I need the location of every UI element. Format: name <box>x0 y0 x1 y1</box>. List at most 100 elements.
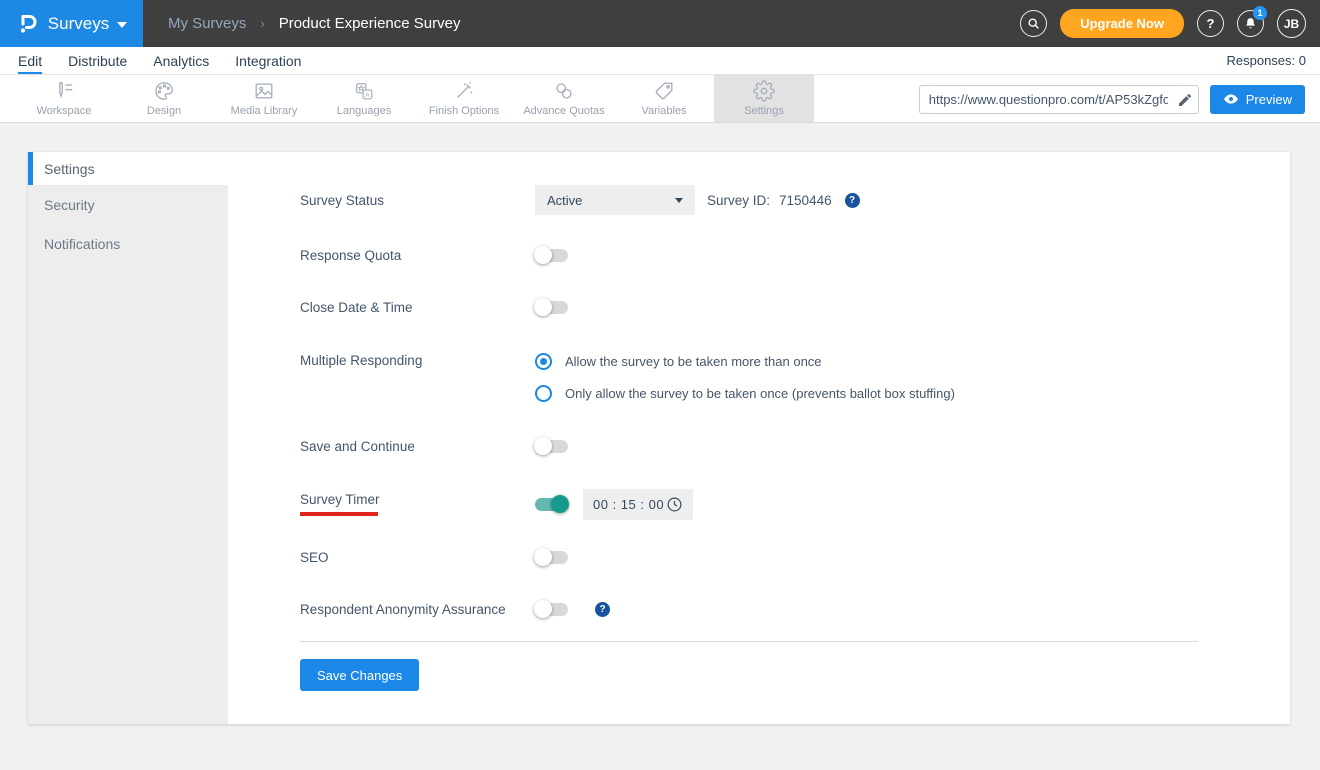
chevron-down-icon <box>675 197 683 203</box>
seo-toggle[interactable] <box>534 548 568 566</box>
media-library-icon <box>255 83 273 99</box>
survey-id-value: 7150446 <box>779 192 832 208</box>
toolbar-label: Settings <box>744 105 784 117</box>
product-name: Surveys <box>47 13 110 33</box>
sidebar-gray-panel: Security Notifications <box>28 185 228 724</box>
toggle-knob <box>534 246 552 264</box>
survey-timer-label: Survey Timer <box>300 492 380 507</box>
chevron-down-icon <box>117 21 128 28</box>
row-close-date-time: Close Date & Time <box>300 297 1290 317</box>
workspace-icon <box>59 82 73 98</box>
help-button[interactable]: ? <box>1197 10 1224 37</box>
toggle-knob <box>534 600 552 618</box>
tab-integration[interactable]: Integration <box>235 47 301 74</box>
toolbar-item-workspace[interactable]: Workspace <box>14 75 114 122</box>
toolbar-item-finish-options[interactable]: Finish Options <box>414 75 514 122</box>
row-multiple-responding: Multiple Responding Allow the survey to … <box>300 349 1290 405</box>
close-date-time-label: Close Date & Time <box>300 299 413 315</box>
save-and-continue-toggle[interactable] <box>534 437 568 455</box>
settings-sidebar: Settings Security Notifications <box>28 152 228 724</box>
notification-badge: 1 <box>1253 6 1267 20</box>
eye-icon <box>1223 94 1238 104</box>
close-date-time-toggle[interactable] <box>534 298 568 316</box>
bell-icon <box>1246 18 1255 29</box>
save-changes-button[interactable]: Save Changes <box>300 659 420 691</box>
breadcrumb-separator: › <box>260 16 265 31</box>
respondent-anonymity-label: Respondent Anonymity Assurance <box>300 601 506 617</box>
settings-form: Survey Status Active Survey ID: 7150446 … <box>228 152 1290 724</box>
product-switcher[interactable]: Surveys <box>0 0 143 47</box>
toggle-knob <box>534 298 552 316</box>
survey-status-select[interactable]: Active <box>535 185 695 215</box>
settings-card: Settings Security Notifications Survey S… <box>28 152 1290 724</box>
breadcrumb: My Surveys › Product Experience Survey <box>168 15 460 32</box>
toolbar-label: Finish Options <box>428 105 500 117</box>
toggle-knob <box>534 437 552 455</box>
tab-analytics[interactable]: Analytics <box>153 47 209 74</box>
tab-edit[interactable]: Edit <box>18 47 43 74</box>
row-save-and-continue: Save and Continue <box>300 436 1290 456</box>
survey-nav-tabs: Edit Distribute Analytics Integration <box>18 47 301 74</box>
toolbar-label: Media Library <box>230 105 298 117</box>
radio-selected-icon[interactable] <box>535 352 552 370</box>
toolbar-item-design[interactable]: Design <box>114 75 214 122</box>
toolbar-item-languages[interactable]: A Languages <box>314 75 414 122</box>
form-divider <box>300 641 1198 642</box>
toolbar-item-advance-quotas[interactable]: Advance Quotas <box>514 75 614 122</box>
radio-option-only-once[interactable]: Only allow the survey to be taken once (… <box>535 381 955 405</box>
toolbar-item-media-library[interactable]: Media Library <box>214 75 314 122</box>
variables-icon <box>655 82 673 100</box>
edit-url-pencil-icon[interactable] <box>1177 92 1193 108</box>
survey-timer-toggle[interactable] <box>535 495 569 513</box>
svg-text:A: A <box>365 92 370 99</box>
toolbar-item-variables[interactable]: Variables <box>614 75 714 122</box>
save-and-continue-label: Save and Continue <box>300 438 415 454</box>
toolbar-label: Advance Quotas <box>523 105 605 117</box>
row-respondent-anonymity: Respondent Anonymity Assurance ? <box>300 599 1290 619</box>
design-icon <box>155 82 173 100</box>
survey-status-label: Survey Status <box>300 192 385 208</box>
response-quota-toggle[interactable] <box>534 246 568 264</box>
row-seo: SEO <box>300 547 1290 567</box>
tab-distribute[interactable]: Distribute <box>68 47 127 74</box>
respondent-anonymity-toggle[interactable] <box>534 600 568 618</box>
upgrade-now-button[interactable]: Upgrade Now <box>1060 9 1184 38</box>
survey-id-help-icon[interactable]: ? <box>844 192 860 208</box>
notifications-button[interactable]: 1 <box>1237 6 1267 37</box>
settings-icon <box>753 80 775 102</box>
sidebar-item-notifications[interactable]: Notifications <box>28 224 228 263</box>
topbar-actions: Upgrade Now ? 1 JB <box>1020 6 1320 38</box>
preview-button[interactable]: Preview <box>1209 84 1305 114</box>
survey-url-wrap <box>918 84 1199 114</box>
toolbar-label: Variables <box>641 105 687 117</box>
questionpro-logo-icon <box>20 14 37 33</box>
survey-id-label: Survey ID: <box>707 192 771 208</box>
search-icon <box>1028 18 1040 29</box>
survey-status-value: Active <box>547 192 583 208</box>
response-quota-label: Response Quota <box>300 247 402 263</box>
preview-label: Preview <box>1245 91 1292 107</box>
seo-label: SEO <box>300 549 329 565</box>
toolbar-right-controls: Preview <box>918 75 1305 123</box>
toolbar-item-settings[interactable]: Settings <box>714 75 814 122</box>
toggle-knob <box>551 495 569 513</box>
radio-option-allow-multiple[interactable]: Allow the survey to be taken more than o… <box>535 349 955 373</box>
row-response-quota: Response Quota <box>300 245 1290 265</box>
finish-options-icon <box>457 82 473 98</box>
breadcrumb-my-surveys[interactable]: My Surveys <box>168 15 246 32</box>
sidebar-item-settings[interactable]: Settings <box>28 152 228 185</box>
top-bar: Surveys My Surveys › Product Experience … <box>0 0 1320 47</box>
radio-option-label: Only allow the survey to be taken once (… <box>565 385 955 401</box>
radio-unselected-icon[interactable] <box>535 384 552 402</box>
radio-option-label: Allow the survey to be taken more than o… <box>565 353 822 369</box>
avatar[interactable]: JB <box>1277 9 1306 38</box>
survey-url-input[interactable] <box>918 84 1199 114</box>
survey-timer-label-wrap: Survey Timer <box>300 492 535 516</box>
survey-timer-red-underline <box>300 512 378 516</box>
clock-icon <box>667 497 682 511</box>
survey-timer-duration-field[interactable]: 00 : 15 : 00 <box>583 488 693 520</box>
respondent-anonymity-help-icon[interactable]: ? <box>595 601 610 617</box>
sidebar-item-security[interactable]: Security <box>28 185 228 224</box>
survey-nav-row: Edit Distribute Analytics Integration Re… <box>0 47 1320 75</box>
search-button[interactable] <box>1020 10 1048 37</box>
